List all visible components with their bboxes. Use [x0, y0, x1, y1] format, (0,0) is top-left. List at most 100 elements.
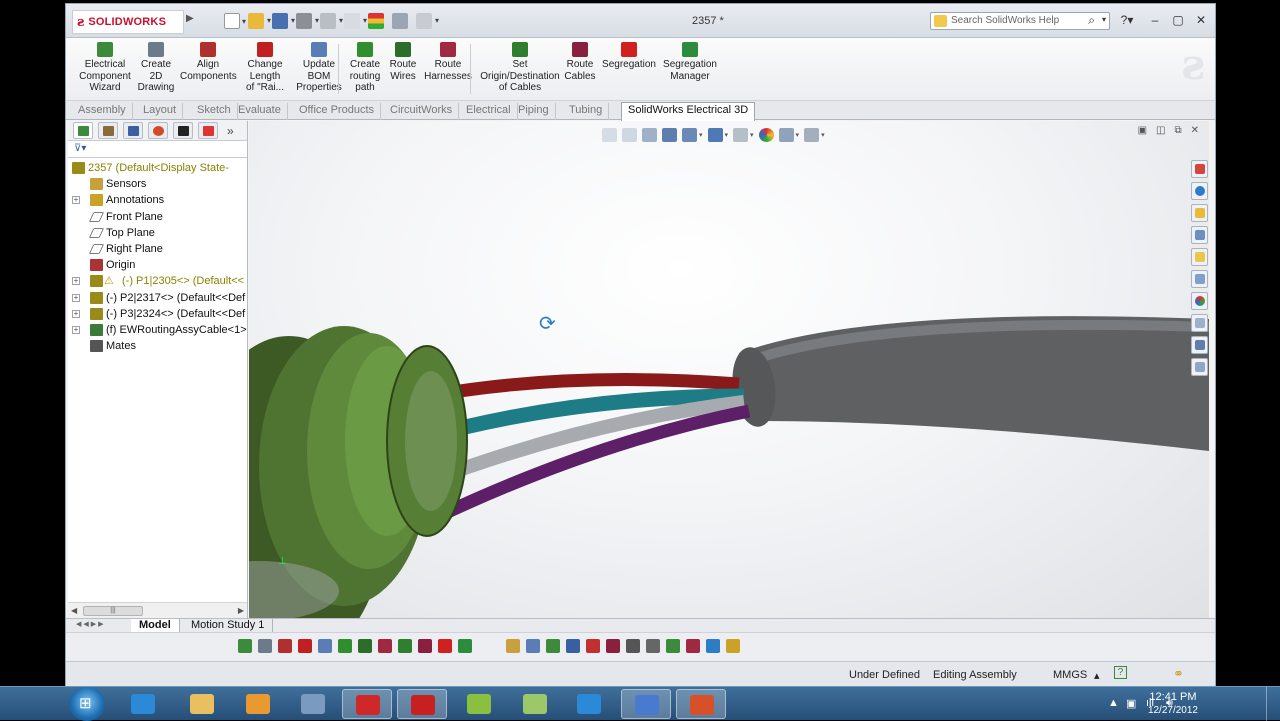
- taskbar-app-leaf[interactable]: [510, 689, 560, 719]
- status-units[interactable]: MMGS: [1053, 669, 1087, 681]
- graphics-area[interactable]: ⊥ ▾ ▾ ▾ ▾ ▾ ▣ ◫ ⧉ ✕ ⟳: [249, 121, 1209, 618]
- tab-6[interactable]: Electrical: [460, 103, 518, 120]
- cmd-button-3[interactable]: Change Length of "Rai...: [243, 42, 287, 94]
- cmd-button-11[interactable]: Segregation Manager: [661, 42, 719, 82]
- network-tray-icon[interactable]: ▣: [1126, 697, 1136, 710]
- expand-icon[interactable]: +: [72, 277, 80, 286]
- solidworks-resources-icon[interactable]: [1190, 160, 1208, 178]
- display-manager-tab[interactable]: [148, 122, 168, 139]
- tree-node[interactable]: Origin: [68, 257, 247, 273]
- toolbar-command-icon[interactable]: [338, 639, 352, 653]
- magnifier-icon[interactable]: ⌕: [1088, 13, 1095, 28]
- help-icon[interactable]: ?▾: [1118, 12, 1136, 28]
- toolbar-command-icon[interactable]: [258, 639, 272, 653]
- toolbar-command-icon[interactable]: [278, 639, 292, 653]
- cmd-button-8[interactable]: Set Origin/Destination of Cables: [478, 42, 562, 94]
- start-button[interactable]: ⊞: [69, 687, 105, 721]
- tree-node[interactable]: + (f) EWRoutingAssyCable<1>: [68, 322, 247, 338]
- toolbar-tool-icon[interactable]: [546, 639, 560, 653]
- cmd-button-9[interactable]: Route Cables: [563, 42, 597, 82]
- cmd-button-7[interactable]: Route Harnesses: [423, 42, 473, 82]
- toolbar-tool-icon[interactable]: [566, 639, 580, 653]
- tree-node[interactable]: Top Plane: [68, 225, 247, 241]
- bottom-tab-0[interactable]: Model: [131, 619, 180, 633]
- viewport-restore-icon[interactable]: ⧉: [1174, 125, 1181, 136]
- rebuild-icon[interactable]: [368, 13, 384, 29]
- electrical-tab[interactable]: [198, 122, 218, 139]
- cmd-button-1[interactable]: Create 2D Drawing: [134, 42, 178, 94]
- electrical-library-icon[interactable]: [1190, 314, 1208, 332]
- taskbar-file-explorer[interactable]: [177, 689, 227, 719]
- previous-view-icon[interactable]: [642, 128, 657, 142]
- expand-icon[interactable]: +: [72, 325, 80, 334]
- appearances-icon[interactable]: [1190, 292, 1208, 310]
- menu-arrow-icon[interactable]: ▶: [186, 13, 194, 24]
- tree-node[interactable]: + Annotations: [68, 192, 247, 208]
- toolbar-command-icon[interactable]: [378, 639, 392, 653]
- toolbar-tool-icon[interactable]: [646, 639, 660, 653]
- view-settings-icon[interactable]: [804, 128, 820, 142]
- viewport-split-icon[interactable]: ◫: [1156, 125, 1165, 136]
- taskbar-solidworks-electrical[interactable]: [342, 689, 392, 719]
- taskbar-powerpoint[interactable]: [676, 689, 726, 719]
- options-icon[interactable]: ▾: [416, 13, 439, 29]
- restore-button[interactable]: ▢: [1169, 12, 1187, 28]
- tab-5[interactable]: CircuitWorks: [384, 103, 460, 120]
- taskbar-virtualbox[interactable]: [288, 689, 338, 719]
- open-icon[interactable]: ▾: [248, 13, 271, 29]
- tree-node[interactable]: + ⚠ (-) P1|2305<> (Default<<: [68, 273, 247, 289]
- scroll-right-icon[interactable]: ▶: [238, 606, 244, 615]
- taskbar-app-green[interactable]: [454, 689, 504, 719]
- search-results-icon[interactable]: [1190, 226, 1208, 244]
- show-desktop-button[interactable]: [1266, 687, 1280, 721]
- tree-node[interactable]: 2357 (Default<Display State-: [68, 160, 247, 176]
- toolbar-command-icon[interactable]: [318, 639, 332, 653]
- tab-4[interactable]: Office Products: [293, 103, 381, 120]
- toolbar-tool-icon[interactable]: [626, 639, 640, 653]
- taskbar-app-flower[interactable]: [621, 689, 671, 719]
- view-orientation-icon[interactable]: [682, 128, 697, 142]
- filter-icon[interactable]: ⊽▾: [68, 141, 247, 158]
- toolbar-command-icon[interactable]: [398, 639, 412, 653]
- cmd-button-0[interactable]: Electrical Component Wizard: [79, 42, 131, 94]
- search-dropdown-icon[interactable]: ▾: [1102, 15, 1106, 24]
- expand-icon[interactable]: +: [72, 293, 80, 302]
- cmd-button-5[interactable]: Create routing path: [346, 42, 384, 94]
- cmd-button-2[interactable]: Align Components: [180, 42, 237, 82]
- configuration-manager-tab[interactable]: [123, 122, 143, 139]
- clock[interactable]: 12:41 PM 12/27/2012: [1148, 690, 1198, 718]
- print-icon[interactable]: ▾: [296, 13, 319, 29]
- tree-node[interactable]: Right Plane: [68, 241, 247, 257]
- tab-1[interactable]: Layout: [137, 103, 184, 120]
- tab-8[interactable]: Tubing: [563, 103, 610, 120]
- custom-properties-icon[interactable]: [1190, 270, 1208, 288]
- toolbar-command-icon[interactable]: [418, 639, 432, 653]
- toolbar-tool-icon[interactable]: [666, 639, 680, 653]
- toolbar-command-icon[interactable]: [298, 639, 312, 653]
- new-document-icon[interactable]: ▾: [224, 13, 246, 29]
- zoom-to-area-icon[interactable]: [622, 128, 637, 142]
- tab-3[interactable]: Evaluate: [232, 103, 288, 120]
- viewport-close-icon[interactable]: ✕: [1191, 125, 1199, 136]
- cable-model-view[interactable]: ⊥: [249, 121, 1209, 618]
- electrical-components-icon[interactable]: [1190, 336, 1208, 354]
- apply-scene-icon[interactable]: [778, 128, 794, 142]
- undo-icon[interactable]: ▾: [320, 13, 343, 29]
- toolbar-command-icon[interactable]: [458, 639, 472, 653]
- scroll-thumb[interactable]: |||: [83, 606, 143, 616]
- toolbar-tool-icon[interactable]: [606, 639, 620, 653]
- close-button[interactable]: ✕: [1192, 12, 1210, 28]
- file-properties-icon[interactable]: [392, 13, 408, 29]
- search-input[interactable]: Search SolidWorks Help ⌕ ▾: [930, 12, 1110, 30]
- design-library-icon[interactable]: [1190, 182, 1208, 200]
- tree-node[interactable]: + (-) P2|2317<> (Default<<Def: [68, 290, 247, 306]
- tab-navigation-icon[interactable]: ◀◀▶▶: [76, 620, 106, 628]
- file-explorer-icon[interactable]: [1190, 204, 1208, 222]
- section-view-icon[interactable]: [662, 128, 677, 142]
- save-icon[interactable]: ▾: [272, 13, 295, 29]
- viewport-option-icon[interactable]: ▣: [1138, 125, 1147, 136]
- feature-tree-tab[interactable]: [73, 122, 93, 139]
- toolbar-tool-icon[interactable]: [526, 639, 540, 653]
- tree-node[interactable]: Mates: [68, 338, 247, 354]
- tab-0[interactable]: Assembly: [72, 103, 133, 120]
